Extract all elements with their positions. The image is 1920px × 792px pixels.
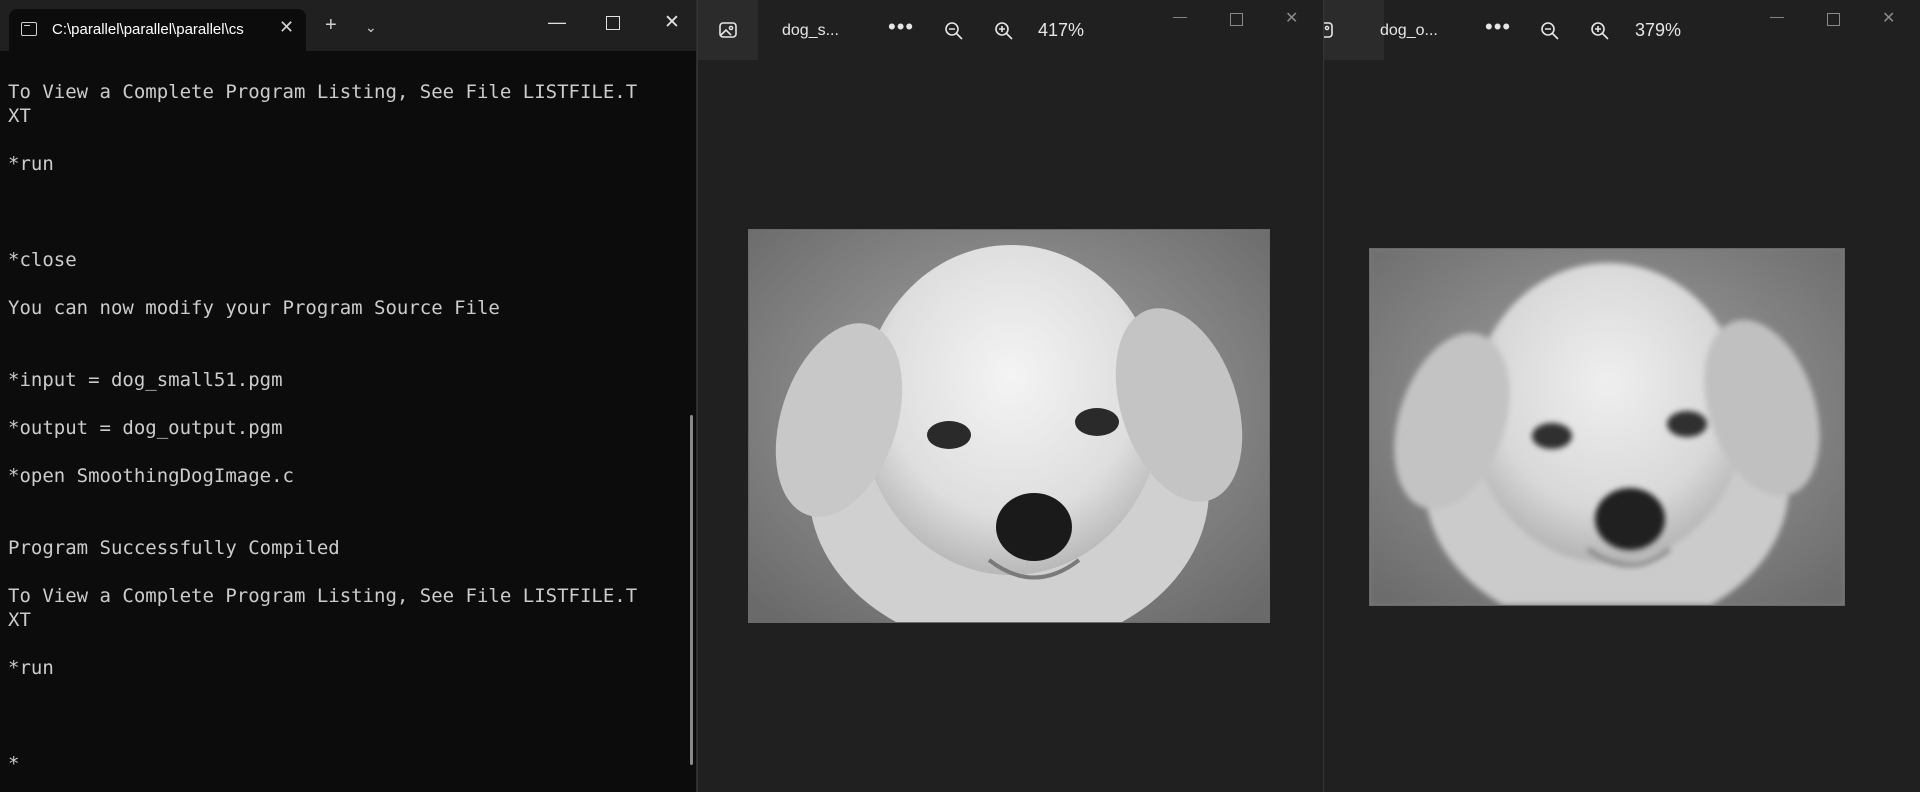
tab-close-icon[interactable]: ✕ — [279, 17, 294, 38]
terminal-line: * — [8, 753, 20, 775]
photos-app-icon-box[interactable] — [698, 0, 758, 60]
terminal-line: *run — [8, 657, 54, 679]
terminal-line: To View a Complete Program Listing, See … — [8, 81, 638, 103]
dog-image-graphic — [749, 230, 1269, 622]
photos-app-icon — [1324, 22, 1333, 38]
zoom-in-icon[interactable] — [994, 21, 1014, 41]
close-button[interactable]: ✕ — [1285, 8, 1298, 28]
photo-viewer-2: dog_o... ••• 379% — ✕ — [1323, 0, 1920, 792]
terminal-window: C:\parallel\parallel\parallel\cs ✕ + ⌄ —… — [0, 0, 697, 792]
dog-small-image[interactable] — [748, 229, 1270, 623]
new-tab-icon[interactable]: + — [325, 15, 337, 35]
terminal-line: You can now modify your Program Source F… — [8, 297, 500, 319]
terminal-line: *open SmoothingDogImage.c — [8, 465, 294, 487]
zoom-level[interactable]: 417% — [1038, 20, 1084, 41]
terminal-icon — [21, 22, 37, 36]
terminal-line: *input = dog_small51.pgm — [8, 369, 283, 391]
terminal-line: To View a Complete Program Listing, See … — [8, 585, 638, 607]
terminal-output[interactable]: To View a Complete Program Listing, See … — [8, 80, 684, 776]
terminal-line: *run — [8, 153, 54, 175]
zoom-level[interactable]: 379% — [1635, 20, 1681, 41]
terminal-line: *output = dog_output.pgm — [8, 417, 283, 439]
chevron-down-icon[interactable]: ⌄ — [365, 17, 377, 37]
more-options-icon[interactable]: ••• — [1485, 14, 1511, 40]
more-options-icon[interactable]: ••• — [888, 14, 914, 40]
maximize-button[interactable] — [1827, 13, 1840, 26]
tab-title: C:\parallel\parallel\parallel\cs — [52, 21, 244, 38]
close-button[interactable]: ✕ — [664, 11, 680, 34]
photos-app-icon — [719, 22, 737, 38]
close-button[interactable]: ✕ — [1882, 8, 1895, 28]
minimize-button[interactable]: — — [1770, 8, 1784, 24]
zoom-in-icon[interactable] — [1590, 21, 1610, 41]
viewer-title: dog_o... — [1380, 22, 1438, 39]
photos-app-icon-box[interactable] — [1324, 0, 1384, 60]
dog-output-image[interactable] — [1369, 248, 1845, 606]
minimize-button[interactable]: — — [1173, 8, 1187, 24]
zoom-out-icon[interactable] — [1540, 21, 1560, 41]
dog-image-graphic — [1370, 249, 1844, 605]
terminal-line: Program Successfully Compiled — [8, 537, 340, 559]
terminal-line: XT — [8, 105, 31, 127]
viewer-toolbar: dog_o... ••• 379% — ✕ — [1324, 0, 1920, 62]
minimize-button[interactable]: — — [548, 12, 566, 33]
zoom-out-icon[interactable] — [944, 21, 964, 41]
maximize-button[interactable] — [606, 16, 620, 30]
viewer-toolbar: dog_s... ••• 417% — ✕ — [698, 0, 1323, 62]
photo-viewer-1: dog_s... ••• 417% — ✕ — [697, 0, 1323, 792]
terminal-tab[interactable]: C:\parallel\parallel\parallel\cs ✕ — [9, 9, 306, 51]
maximize-button[interactable] — [1230, 13, 1243, 26]
viewer-title: dog_s... — [782, 22, 839, 39]
terminal-line: *close — [8, 249, 77, 271]
terminal-line: XT — [8, 609, 31, 631]
terminal-titlebar: C:\parallel\parallel\parallel\cs ✕ + ⌄ —… — [0, 0, 696, 51]
scrollbar-thumb[interactable] — [690, 415, 693, 765]
